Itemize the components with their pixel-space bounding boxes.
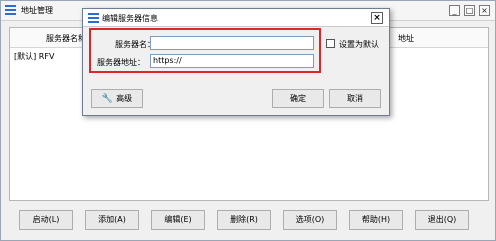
minimize-button[interactable]: _ — [449, 5, 460, 16]
server-name-input[interactable] — [150, 36, 314, 50]
advanced-button[interactable]: 🔧 高级 — [91, 89, 143, 108]
server-name-cell: [默认] RFV — [14, 52, 55, 61]
advanced-button-label: 高级 — [116, 94, 133, 103]
dialog-close-button[interactable]: × — [371, 12, 383, 24]
set-default-label[interactable]: 设置为默认 — [339, 39, 379, 50]
dialog-title: 编辑服务器信息 — [102, 14, 158, 23]
column-header-server-name[interactable]: 服务器名称 — [46, 33, 86, 44]
launch-button[interactable]: 启动(L) — [19, 210, 73, 230]
options-button[interactable]: 选项(O) — [283, 210, 337, 230]
edit-button[interactable]: 编辑(E) — [151, 210, 205, 230]
ok-button[interactable]: 确定 — [272, 89, 324, 108]
wrench-icon: 🔧 — [101, 94, 114, 104]
column-header-address[interactable]: 地址 — [398, 33, 414, 44]
list-icon — [5, 5, 16, 16]
help-button[interactable]: 帮助(H) — [349, 210, 403, 230]
main-window-title: 地址管理 — [21, 6, 53, 15]
list-icon — [88, 13, 99, 24]
close-button[interactable]: × — [479, 5, 490, 16]
server-name-label: 服务器名： — [115, 40, 155, 49]
delete-button[interactable]: 删除(R) — [217, 210, 271, 230]
maximize-button[interactable]: □ — [464, 5, 475, 16]
add-button[interactable]: 添加(A) — [85, 210, 139, 230]
server-address-label: 服务器地址： — [97, 58, 145, 67]
exit-button[interactable]: 退出(Q) — [415, 210, 469, 230]
set-default-checkbox[interactable] — [326, 39, 335, 48]
dialog-titlebar[interactable]: 编辑服务器信息 × — [83, 9, 389, 27]
cancel-button[interactable]: 取消 — [329, 89, 381, 108]
edit-server-dialog: 编辑服务器信息 × 服务器名： 服务器地址： https:// 设置为默认 🔧 高… — [82, 8, 390, 116]
server-address-input[interactable]: https:// — [150, 54, 314, 68]
